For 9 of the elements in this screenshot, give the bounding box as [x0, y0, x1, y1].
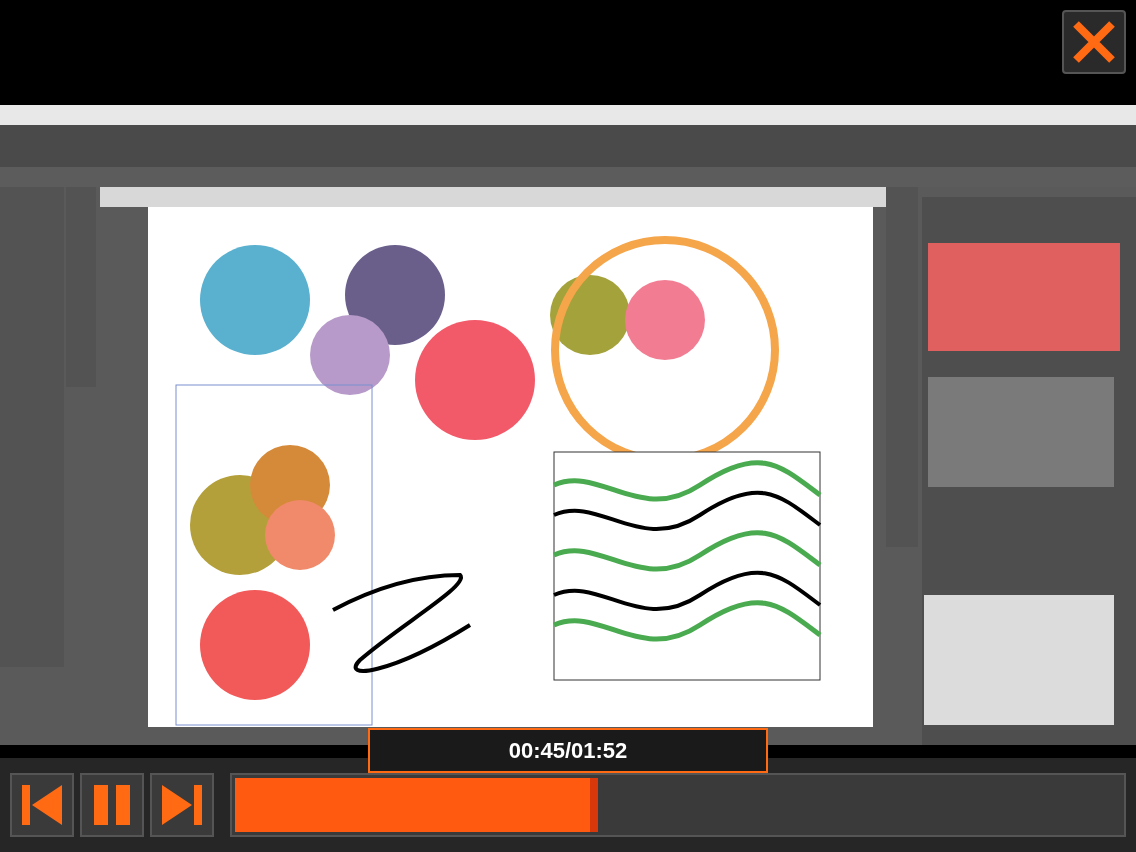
close-button[interactable]	[1062, 10, 1126, 74]
previous-button[interactable]	[10, 773, 74, 837]
skip-back-icon	[20, 783, 64, 827]
close-icon	[1072, 20, 1116, 64]
next-button[interactable]	[150, 773, 214, 837]
time-display: 00:45/01:52	[368, 728, 768, 773]
progress-track[interactable]	[230, 773, 1126, 837]
pause-button[interactable]	[80, 773, 144, 837]
skip-forward-icon	[160, 783, 204, 827]
